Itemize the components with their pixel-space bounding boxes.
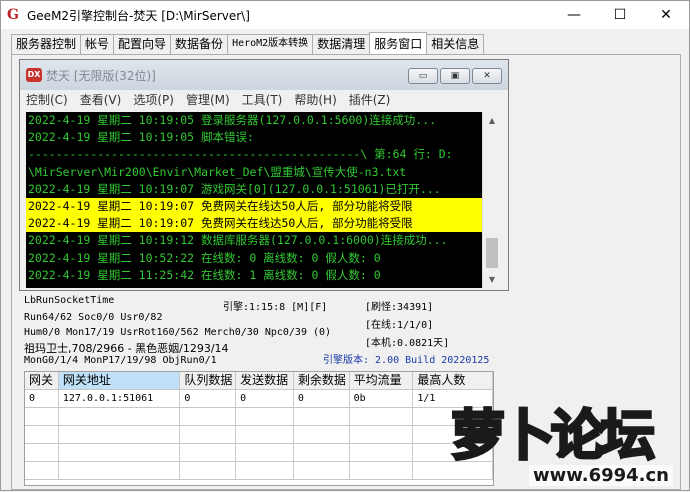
minimize-button[interactable]: — (551, 1, 597, 29)
refresh-monster-count: [刷怪:34391] (365, 302, 434, 313)
watermark-title: 萝卜论坛 (450, 403, 657, 469)
cell-queue-data: 0 (180, 390, 237, 408)
tab-data-backup[interactable]: 数据备份 (170, 34, 229, 54)
log-line: 2022-4-19 星期二 10:52:22 在线数: 0 离线数: 0 假人数… (28, 250, 381, 265)
menu-help[interactable]: 帮助(H) (288, 90, 342, 110)
log-line: 2022-4-19 星期二 10:19:07 免费网关在线达50人后, 部分功能… (26, 215, 482, 233)
inner-minimize-button[interactable]: ▭ (408, 68, 438, 84)
scroll-down-icon[interactable]: ▼ (483, 271, 500, 288)
table-row[interactable]: 0 127.0.0.1:51061 0 0 0 0b 1/1 (25, 390, 493, 408)
menu-view[interactable]: 查看(V) (74, 90, 128, 110)
tab-account[interactable]: 帐号 (80, 34, 115, 54)
log-lines: 2022-4-19 星期二 10:19:05 登录服务器(127.0.0.1:5… (26, 112, 482, 284)
inner-title-bar: DX 焚天 [无限版(32位)] ▭ ▣ ✕ (20, 60, 508, 90)
window-title: GeeM2引擎控制台-焚天 [D:\MirServer\] (27, 8, 250, 23)
engine-time: 引擎:1:15:8 [M][F] (223, 302, 328, 313)
app-icon: G (7, 7, 19, 23)
run-stats: Run64/62 Soc0/0 Usr0/82 (24, 312, 163, 323)
inner-window: DX 焚天 [无限版(32位)] ▭ ▣ ✕ 控制(C) 查看(V) 选项(P)… (19, 59, 509, 291)
log-scrollbar[interactable]: ▲ ▼ (482, 112, 500, 288)
lb-run-socket-time: LbRunSocketTime (24, 295, 115, 306)
inner-close-button[interactable]: ✕ (472, 68, 502, 84)
mon-stats: MonG0/1/4 MonP17/19/98 ObjRun0/1 (24, 355, 217, 366)
col-remaining-data[interactable]: 剩余数据 (293, 372, 350, 390)
hum-stats: Hum0/0 Mon17/19 UsrRot160/562 Merch0/30 … (24, 327, 332, 338)
log-line: ----------------------------------------… (28, 147, 453, 162)
scroll-up-icon[interactable]: ▲ (483, 112, 500, 129)
col-gateway-address[interactable]: 网关地址 (58, 372, 181, 390)
gateway-table[interactable]: 网关 网关地址 队列数据 发送数据 剩余数据 平均流量 最高人数 0 127.0… (24, 371, 494, 486)
menu-manage[interactable]: 管理(M) (180, 90, 236, 110)
close-button[interactable]: ✕ (643, 1, 689, 29)
log-line: 2022-4-19 星期二 10:19:12 数据库服务器(127.0.0.1:… (28, 233, 448, 248)
log-line: \MirServer\Mir200\Envir\Market_Def\盟重城\宣… (28, 164, 407, 179)
tab-service-window[interactable]: 服务窗口 (369, 32, 428, 54)
cell-send-data: 0 (236, 390, 294, 408)
col-queue-data[interactable]: 队列数据 (180, 372, 237, 390)
col-send-data[interactable]: 发送数据 (236, 372, 294, 390)
tab-server-control[interactable]: 服务器控制 (11, 34, 82, 54)
maximize-button[interactable]: ☐ (597, 1, 643, 29)
title-bar: G GeeM2引擎控制台-焚天 [D:\MirServer\] — ☐ ✕ (1, 1, 689, 29)
cell-remaining-data: 0 (293, 390, 350, 408)
table-row-empty (25, 462, 493, 480)
log-line: 2022-4-19 星期二 10:19:07 免费网关在线达50人后, 部分功能… (26, 197, 482, 216)
online-count: [在线:1/1/0] (365, 320, 434, 331)
log-line: 2022-4-19 星期二 11:25:42 在线数: 1 离线数: 0 假人数… (28, 267, 381, 282)
cell-avg-traffic: 0b (349, 390, 414, 408)
engine-version: 引擎版本: 2.00 Build 20220125 (323, 355, 490, 366)
table-row-empty (25, 444, 493, 462)
cell-gateway: 0 (25, 390, 59, 408)
dx-icon: DX (26, 68, 42, 82)
log-line: 2022-4-19 星期二 10:19:05 脚本错误: (28, 130, 254, 145)
menu-options[interactable]: 选项(P) (127, 90, 180, 110)
inner-restore-button[interactable]: ▣ (440, 68, 470, 84)
inner-window-title: 焚天 [无限版(32位)] (46, 68, 156, 83)
menu-tools[interactable]: 工具(T) (236, 90, 289, 110)
tab-data-cleanup[interactable]: 数据清理 (312, 34, 371, 54)
tab-herom2-convert[interactable]: HeroM2版本转换 (227, 34, 314, 54)
log-line: 2022-4-19 星期二 10:19:05 登录服务器(127.0.0.1:5… (28, 113, 437, 127)
menu-plugins[interactable]: 插件(Z) (343, 90, 397, 110)
col-avg-traffic[interactable]: 平均流量 (349, 372, 414, 390)
col-max-users[interactable]: 最高人数 (413, 372, 493, 390)
cell-gateway-address: 127.0.0.1:51061 (58, 390, 181, 408)
guard-stats: 祖玛卫士,708/2966 - 黑色恶姻/1293/14 (24, 342, 229, 355)
col-gateway[interactable]: 网关 (25, 372, 59, 390)
inner-menu-bar: 控制(C) 查看(V) 选项(P) 管理(M) 工具(T) 帮助(H) 插件(Z… (20, 90, 508, 110)
log-line: 2022-4-19 星期二 10:19:07 游戏网关[0](127.0.0.1… (28, 181, 441, 196)
machine-uptime: [本机:0.0821天] (365, 338, 450, 349)
table-row-empty (25, 408, 493, 426)
menu-control[interactable]: 控制(C) (20, 90, 74, 110)
watermark-url: www.6994.cn (529, 465, 673, 486)
watermark-logo: 萝卜论坛 www.6994.cn (441, 391, 690, 492)
tab-related-info[interactable]: 相关信息 (426, 34, 485, 54)
table-row-empty (25, 426, 493, 444)
log-console[interactable]: 2022-4-19 星期二 10:19:05 登录服务器(127.0.0.1:5… (26, 112, 500, 288)
main-window: G GeeM2引擎控制台-焚天 [D:\MirServer\] — ☐ ✕ 服务… (0, 0, 690, 491)
scroll-thumb[interactable] (486, 238, 498, 268)
tab-bar: 服务器控制 帐号 配置向导 数据备份 HeroM2版本转换 数据清理 服务窗口 … (11, 32, 485, 54)
table-header: 网关 网关地址 队列数据 发送数据 剩余数据 平均流量 最高人数 (25, 372, 493, 390)
tab-config-wizard[interactable]: 配置向导 (113, 34, 172, 54)
